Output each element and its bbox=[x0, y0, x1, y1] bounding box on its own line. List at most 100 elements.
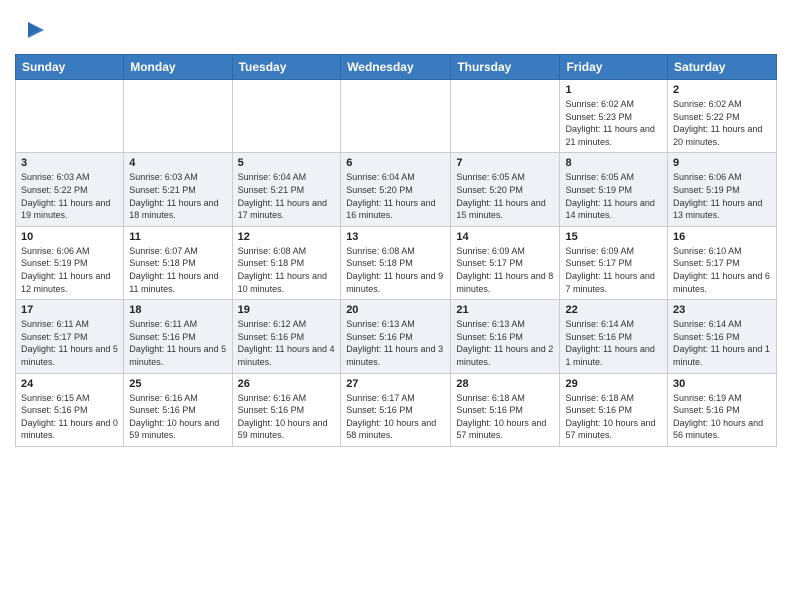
day-number: 4 bbox=[129, 157, 226, 169]
day-info: Sunrise: 6:12 AMSunset: 5:16 PMDaylight:… bbox=[238, 318, 336, 368]
sunrise-text: Sunrise: 6:05 AM bbox=[456, 172, 525, 182]
sunset-text: Sunset: 5:20 PM bbox=[456, 185, 523, 195]
weekday-header-thursday: Thursday bbox=[451, 55, 560, 80]
sunset-text: Sunset: 5:17 PM bbox=[673, 258, 740, 268]
daylight-text: Daylight: 11 hours and 21 minutes. bbox=[565, 124, 654, 147]
day-number: 12 bbox=[238, 231, 336, 243]
header bbox=[15, 10, 777, 46]
calendar-cell: 6Sunrise: 6:04 AMSunset: 5:20 PMDaylight… bbox=[341, 153, 451, 226]
calendar-table: SundayMondayTuesdayWednesdayThursdayFrid… bbox=[15, 54, 777, 447]
sunrise-text: Sunrise: 6:14 AM bbox=[565, 319, 634, 329]
daylight-text: Daylight: 11 hours and 1 minute. bbox=[565, 344, 654, 367]
calendar-cell: 11Sunrise: 6:07 AMSunset: 5:18 PMDayligh… bbox=[124, 226, 232, 299]
calendar-cell: 7Sunrise: 6:05 AMSunset: 5:20 PMDaylight… bbox=[451, 153, 560, 226]
day-number: 6 bbox=[346, 157, 445, 169]
day-info: Sunrise: 6:02 AMSunset: 5:22 PMDaylight:… bbox=[673, 98, 771, 148]
sunset-text: Sunset: 5:16 PM bbox=[565, 332, 632, 342]
day-number: 23 bbox=[673, 304, 771, 316]
sunrise-text: Sunrise: 6:03 AM bbox=[21, 172, 90, 182]
sunrise-text: Sunrise: 6:18 AM bbox=[456, 393, 525, 403]
day-info: Sunrise: 6:18 AM Sunset: 5:16 PM Daylight:… bbox=[456, 392, 554, 442]
calendar-cell: 9Sunrise: 6:06 AMSunset: 5:19 PMDaylight… bbox=[668, 153, 777, 226]
daylight-text: Daylight: 10 hours and 59 minutes. bbox=[238, 418, 328, 441]
calendar-cell: 23Sunrise: 6:14 AMSunset: 5:16 PMDayligh… bbox=[668, 300, 777, 373]
daylight-text: Daylight: 11 hours and 3 minutes. bbox=[346, 344, 443, 367]
day-info: Sunrise: 6:04 AMSunset: 5:21 PMDaylight:… bbox=[238, 171, 336, 221]
sunset-text: Sunset: 5:16 PM bbox=[346, 332, 413, 342]
calendar-cell: 17 Sunrise: 6:11 AMSunset: 5:17 PMDayligh… bbox=[16, 300, 124, 373]
sunset-text: Sunset: 5:22 PM bbox=[21, 185, 88, 195]
day-info: Sunrise: 6:16 AMSunset: 5:16 PMDaylight:… bbox=[238, 392, 336, 442]
sunset-text: Sunset: 5:18 PM bbox=[238, 258, 305, 268]
sunset-text: Sunset: 5:16 PM bbox=[129, 405, 196, 415]
sunrise-text: Sunrise: 6:15 AM bbox=[21, 393, 90, 403]
day-number: 7 bbox=[456, 157, 554, 169]
day-info: Sunrise: 6:13 AMSunset: 5:16 PMDaylight:… bbox=[346, 318, 445, 368]
sunset-text: Sunset: 5:22 PM bbox=[673, 112, 740, 122]
daylight-text: Daylight: 11 hours and 6 minutes. bbox=[673, 271, 770, 294]
daylight-text: Daylight: 11 hours and 5 minutes. bbox=[21, 344, 118, 367]
sunrise-text: Sunrise: 6:18 AM bbox=[565, 393, 634, 403]
day-number: 24 bbox=[21, 378, 118, 390]
day-info: Sunrise: 6:14 AM Sunset: 5:16 PM Daylight:… bbox=[565, 318, 662, 368]
day-info: Sunrise: 6:03 AMSunset: 5:21 PMDaylight:… bbox=[129, 171, 226, 221]
weekday-header-saturday: Saturday bbox=[668, 55, 777, 80]
sunset-text: Sunset: 5:16 PM bbox=[21, 405, 88, 415]
daylight-text: Daylight: 11 hours and 4 minutes. bbox=[238, 344, 335, 367]
day-number: 22 bbox=[565, 304, 662, 316]
daylight-text: Daylight: 11 hours and 13 minutes. bbox=[673, 198, 762, 221]
week-row-3: 10Sunrise: 6:06 AMSunset: 5:19 PMDayligh… bbox=[16, 226, 777, 299]
daylight-text: Daylight: 11 hours and 9 minutes. bbox=[346, 271, 443, 294]
day-number: 25 bbox=[129, 378, 226, 390]
sunset-text: Sunset: 5:23 PM bbox=[565, 112, 632, 122]
sunrise-text: Sunrise: 6:17 AM bbox=[346, 393, 415, 403]
calendar-cell: 27Sunrise: 6:17 AMSunset: 5:16 PMDayligh… bbox=[341, 373, 451, 446]
day-number: 17 bbox=[21, 304, 118, 316]
sunset-text: Sunset: 5:16 PM bbox=[456, 405, 523, 415]
calendar-cell: 20Sunrise: 6:13 AMSunset: 5:16 PMDayligh… bbox=[341, 300, 451, 373]
daylight-text: Daylight: 11 hours and 12 minutes. bbox=[21, 271, 110, 294]
day-info: Sunrise: 6:05 AMSunset: 5:20 PMDaylight:… bbox=[456, 171, 554, 221]
calendar-cell: 29Sunrise: 6:18 AMSunset: 5:16 PMDayligh… bbox=[560, 373, 668, 446]
sunset-text: Sunset: 5:17 PM bbox=[21, 332, 88, 342]
sunrise-text: Sunrise: 6:14 AM bbox=[673, 319, 742, 329]
daylight-text: Daylight: 11 hours and 0 minutes. bbox=[21, 418, 118, 441]
sunset-text: Sunset: 5:16 PM bbox=[238, 332, 305, 342]
sunset-text: Sunset: 5:18 PM bbox=[346, 258, 413, 268]
day-number: 3 bbox=[21, 157, 118, 169]
daylight-text: Daylight: 11 hours and 10 minutes. bbox=[238, 271, 327, 294]
day-number: 5 bbox=[238, 157, 336, 169]
sunrise-text: Sunrise: 6:05 AM bbox=[565, 172, 634, 182]
week-row-2: 3 Sunrise: 6:03 AM Sunset: 5:22 PM Daylight… bbox=[16, 153, 777, 226]
day-info: Sunrise: 6:05 AM Sunset: 5:19 PM Daylight:… bbox=[565, 171, 662, 221]
calendar-cell: 26Sunrise: 6:16 AMSunset: 5:16 PMDayligh… bbox=[232, 373, 341, 446]
day-info: Sunrise: 6:11 AMSunset: 5:17 PMDaylight:… bbox=[21, 318, 118, 368]
daylight-text: Daylight: 11 hours and 14 minutes. bbox=[565, 198, 654, 221]
sunset-text: Sunset: 5:18 PM bbox=[129, 258, 196, 268]
sunset-text: Sunset: 5:19 PM bbox=[565, 185, 632, 195]
day-info: Sunrise: 6:15 AM Sunset: 5:16 PM Daylight:… bbox=[21, 392, 118, 442]
calendar-cell: 22 Sunrise: 6:14 AM Sunset: 5:16 PM Dayligh… bbox=[560, 300, 668, 373]
sunset-text: Sunset: 5:16 PM bbox=[565, 405, 632, 415]
calendar-cell bbox=[451, 80, 560, 153]
daylight-text: Daylight: 11 hours and 1 minute. bbox=[673, 344, 770, 367]
sunset-text: Sunset: 5:16 PM bbox=[238, 405, 305, 415]
sunset-text: Sunset: 5:19 PM bbox=[673, 185, 740, 195]
sunrise-text: Sunrise: 6:02 AM bbox=[673, 99, 742, 109]
sunrise-text: Sunrise: 6:10 AM bbox=[673, 246, 742, 256]
daylight-text: Daylight: 10 hours and 57 minutes. bbox=[456, 418, 546, 441]
weekday-header-friday: Friday bbox=[560, 55, 668, 80]
day-info: Sunrise: 6:19 AMSunset: 5:16 PMDaylight:… bbox=[673, 392, 771, 442]
weekday-header-monday: Monday bbox=[124, 55, 232, 80]
sunrise-text: Sunrise: 6:09 AM bbox=[456, 246, 525, 256]
calendar-cell: 18Sunrise: 6:11 AMSunset: 5:16 PMDayligh… bbox=[124, 300, 232, 373]
day-info: Sunrise: 6:08 AMSunset: 5:18 PMDaylight:… bbox=[346, 245, 445, 295]
calendar-cell bbox=[124, 80, 232, 153]
calendar-cell: 15Sunrise: 6:09 AMSunset: 5:17 PMDayligh… bbox=[560, 226, 668, 299]
sunset-text: Sunset: 5:16 PM bbox=[673, 405, 740, 415]
calendar-cell bbox=[232, 80, 341, 153]
sunrise-text: Sunrise: 6:07 AM bbox=[129, 246, 198, 256]
day-info: Sunrise: 6:11 AMSunset: 5:16 PMDaylight:… bbox=[129, 318, 226, 368]
sunset-text: Sunset: 5:17 PM bbox=[456, 258, 523, 268]
week-row-4: 17 Sunrise: 6:11 AMSunset: 5:17 PMDayligh… bbox=[16, 300, 777, 373]
